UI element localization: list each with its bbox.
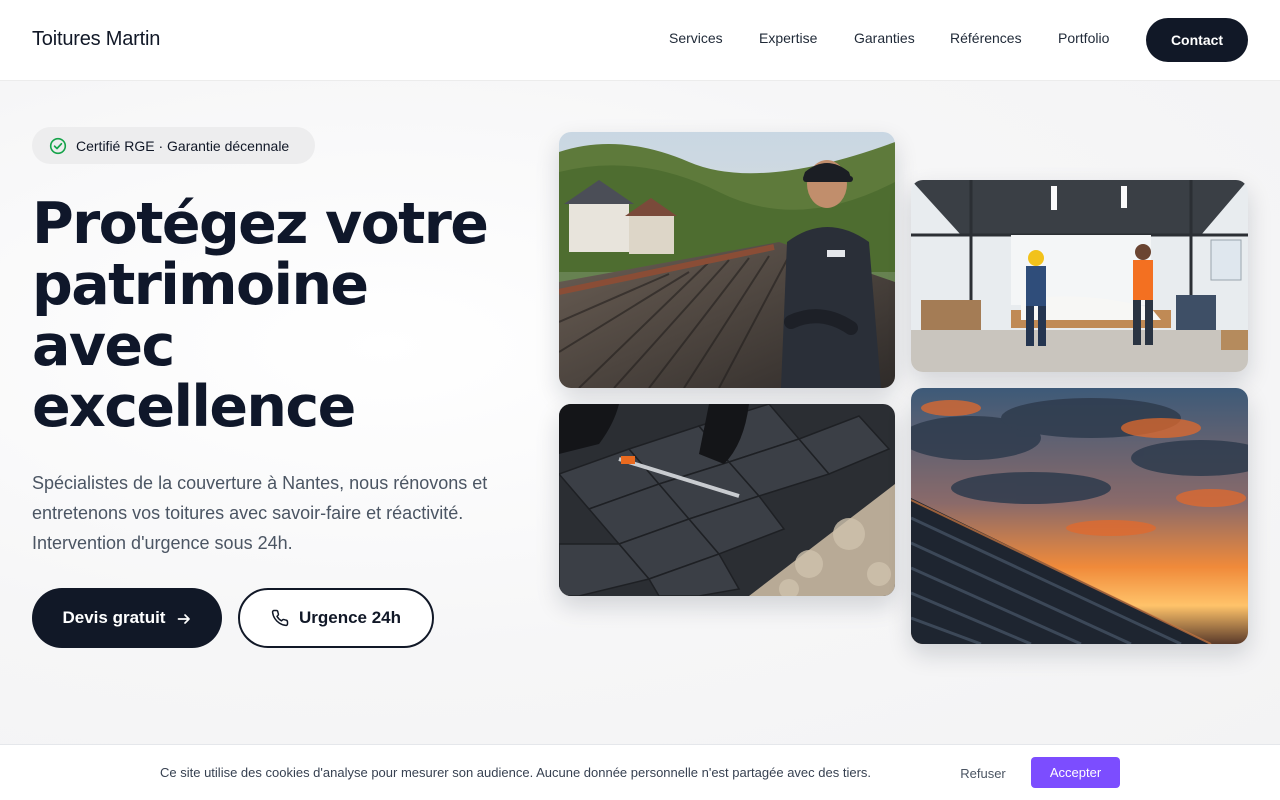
metal-roof-sunset-photo [911,388,1248,644]
nav-link-garanties[interactable]: Garanties [854,30,915,46]
free-quote-label: Devis gratuit [62,608,166,627]
hero-headline: Protégez votre patrimoine avec excellenc… [32,194,532,438]
hero-subtitle: Spécialistes de la couverture à Nantes, … [32,473,488,553]
emergency-label: Urgence 24h [298,608,402,627]
cookie-message: Ce site utilise des cookies d'analyse po… [160,765,872,780]
workshop-planning-photo [911,180,1248,372]
roofer-portrait-photo [559,132,895,388]
arrow-right-icon [177,611,191,625]
headline-line: excellence [32,374,356,440]
main-nav: Services Expertise Garanties Références … [0,30,1280,50]
headline-line: avec [32,313,175,379]
nav-link-expertise[interactable]: Expertise [759,30,817,46]
badge-text: Certifié RGE · Garantie décennale [76,137,290,154]
headline-line: Protégez votre [32,191,489,257]
cookie-refuse-button[interactable]: Refuser [945,758,1021,788]
nav-link-services[interactable]: Services [669,30,723,46]
phone-icon [271,609,289,627]
nav-link-portfolio[interactable]: Portfolio [1058,30,1109,46]
contact-button[interactable]: Contact [1146,18,1248,62]
free-quote-button[interactable]: Devis gratuit [32,588,222,648]
nav-link-references[interactable]: Références [950,30,1022,46]
emergency-button[interactable]: Urgence 24h [238,588,434,648]
slate-installation-photo [559,404,895,596]
check-circle-icon [49,137,67,155]
certification-badge: Certifié RGE · Garantie décennale [32,127,315,164]
cookie-accept-button[interactable]: Accepter [1031,757,1120,788]
site-header: Toitures Martin Services Expertise Garan… [0,0,1280,81]
headline-line: patrimoine [32,252,369,318]
